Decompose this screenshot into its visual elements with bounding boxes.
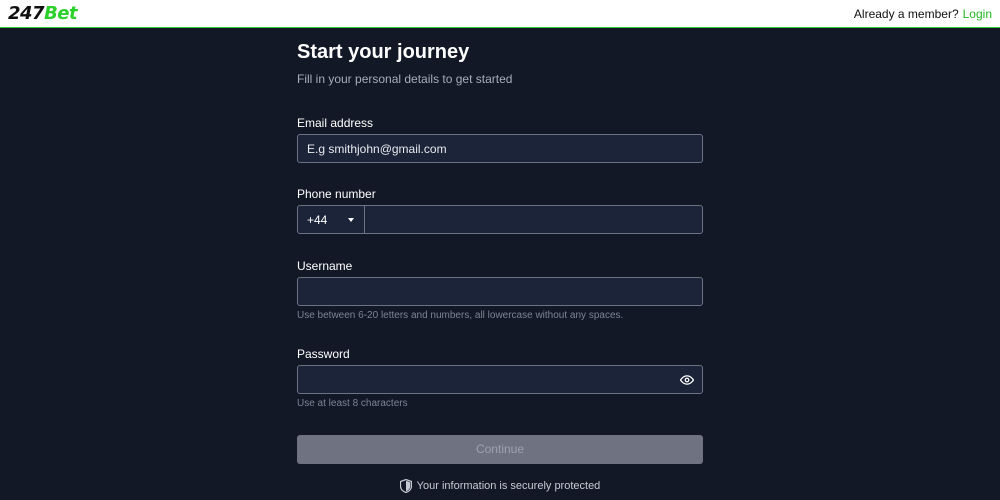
member-text: Already a member? bbox=[853, 6, 959, 21]
logo-brand: Bet bbox=[44, 2, 78, 24]
secure-text: Your information is securely protected bbox=[416, 480, 601, 492]
password-label: Password bbox=[297, 347, 350, 361]
username-hint: Use between 6-20 letters and numbers, al… bbox=[297, 310, 624, 321]
phone-field[interactable] bbox=[365, 206, 702, 233]
login-link[interactable]: Login bbox=[963, 7, 992, 21]
logo-number: 247 bbox=[8, 2, 45, 24]
username-label: Username bbox=[297, 259, 353, 273]
chevron-down-icon bbox=[348, 218, 354, 222]
country-code-select[interactable]: +44 bbox=[297, 205, 365, 234]
country-code-value: +44 bbox=[307, 212, 328, 227]
eye-icon[interactable] bbox=[679, 373, 695, 387]
logo[interactable]: 247Bet bbox=[8, 2, 78, 24]
top-bar: 247Bet Already a member? Login bbox=[0, 0, 1000, 28]
password-hint: Use at least 8 characters bbox=[297, 398, 408, 409]
email-field[interactable] bbox=[298, 135, 702, 162]
continue-button[interactable]: Continue bbox=[297, 435, 703, 464]
phone-label: Phone number bbox=[297, 187, 376, 201]
username-field-box bbox=[297, 277, 703, 306]
page-subtitle: Fill in your personal details to get sta… bbox=[297, 72, 513, 86]
email-field-box bbox=[297, 134, 703, 163]
username-field[interactable] bbox=[298, 278, 702, 305]
member-prompt: Already a member? Login bbox=[854, 7, 992, 21]
shield-icon bbox=[399, 479, 412, 493]
page-title: Start your journey bbox=[297, 41, 470, 63]
secure-notice: Your information is securely protected bbox=[297, 479, 703, 493]
email-label: Email address bbox=[297, 116, 374, 130]
password-field-box bbox=[297, 365, 703, 394]
phone-group: +44 bbox=[297, 205, 703, 234]
password-field[interactable] bbox=[298, 366, 702, 393]
phone-field-box bbox=[365, 205, 703, 234]
